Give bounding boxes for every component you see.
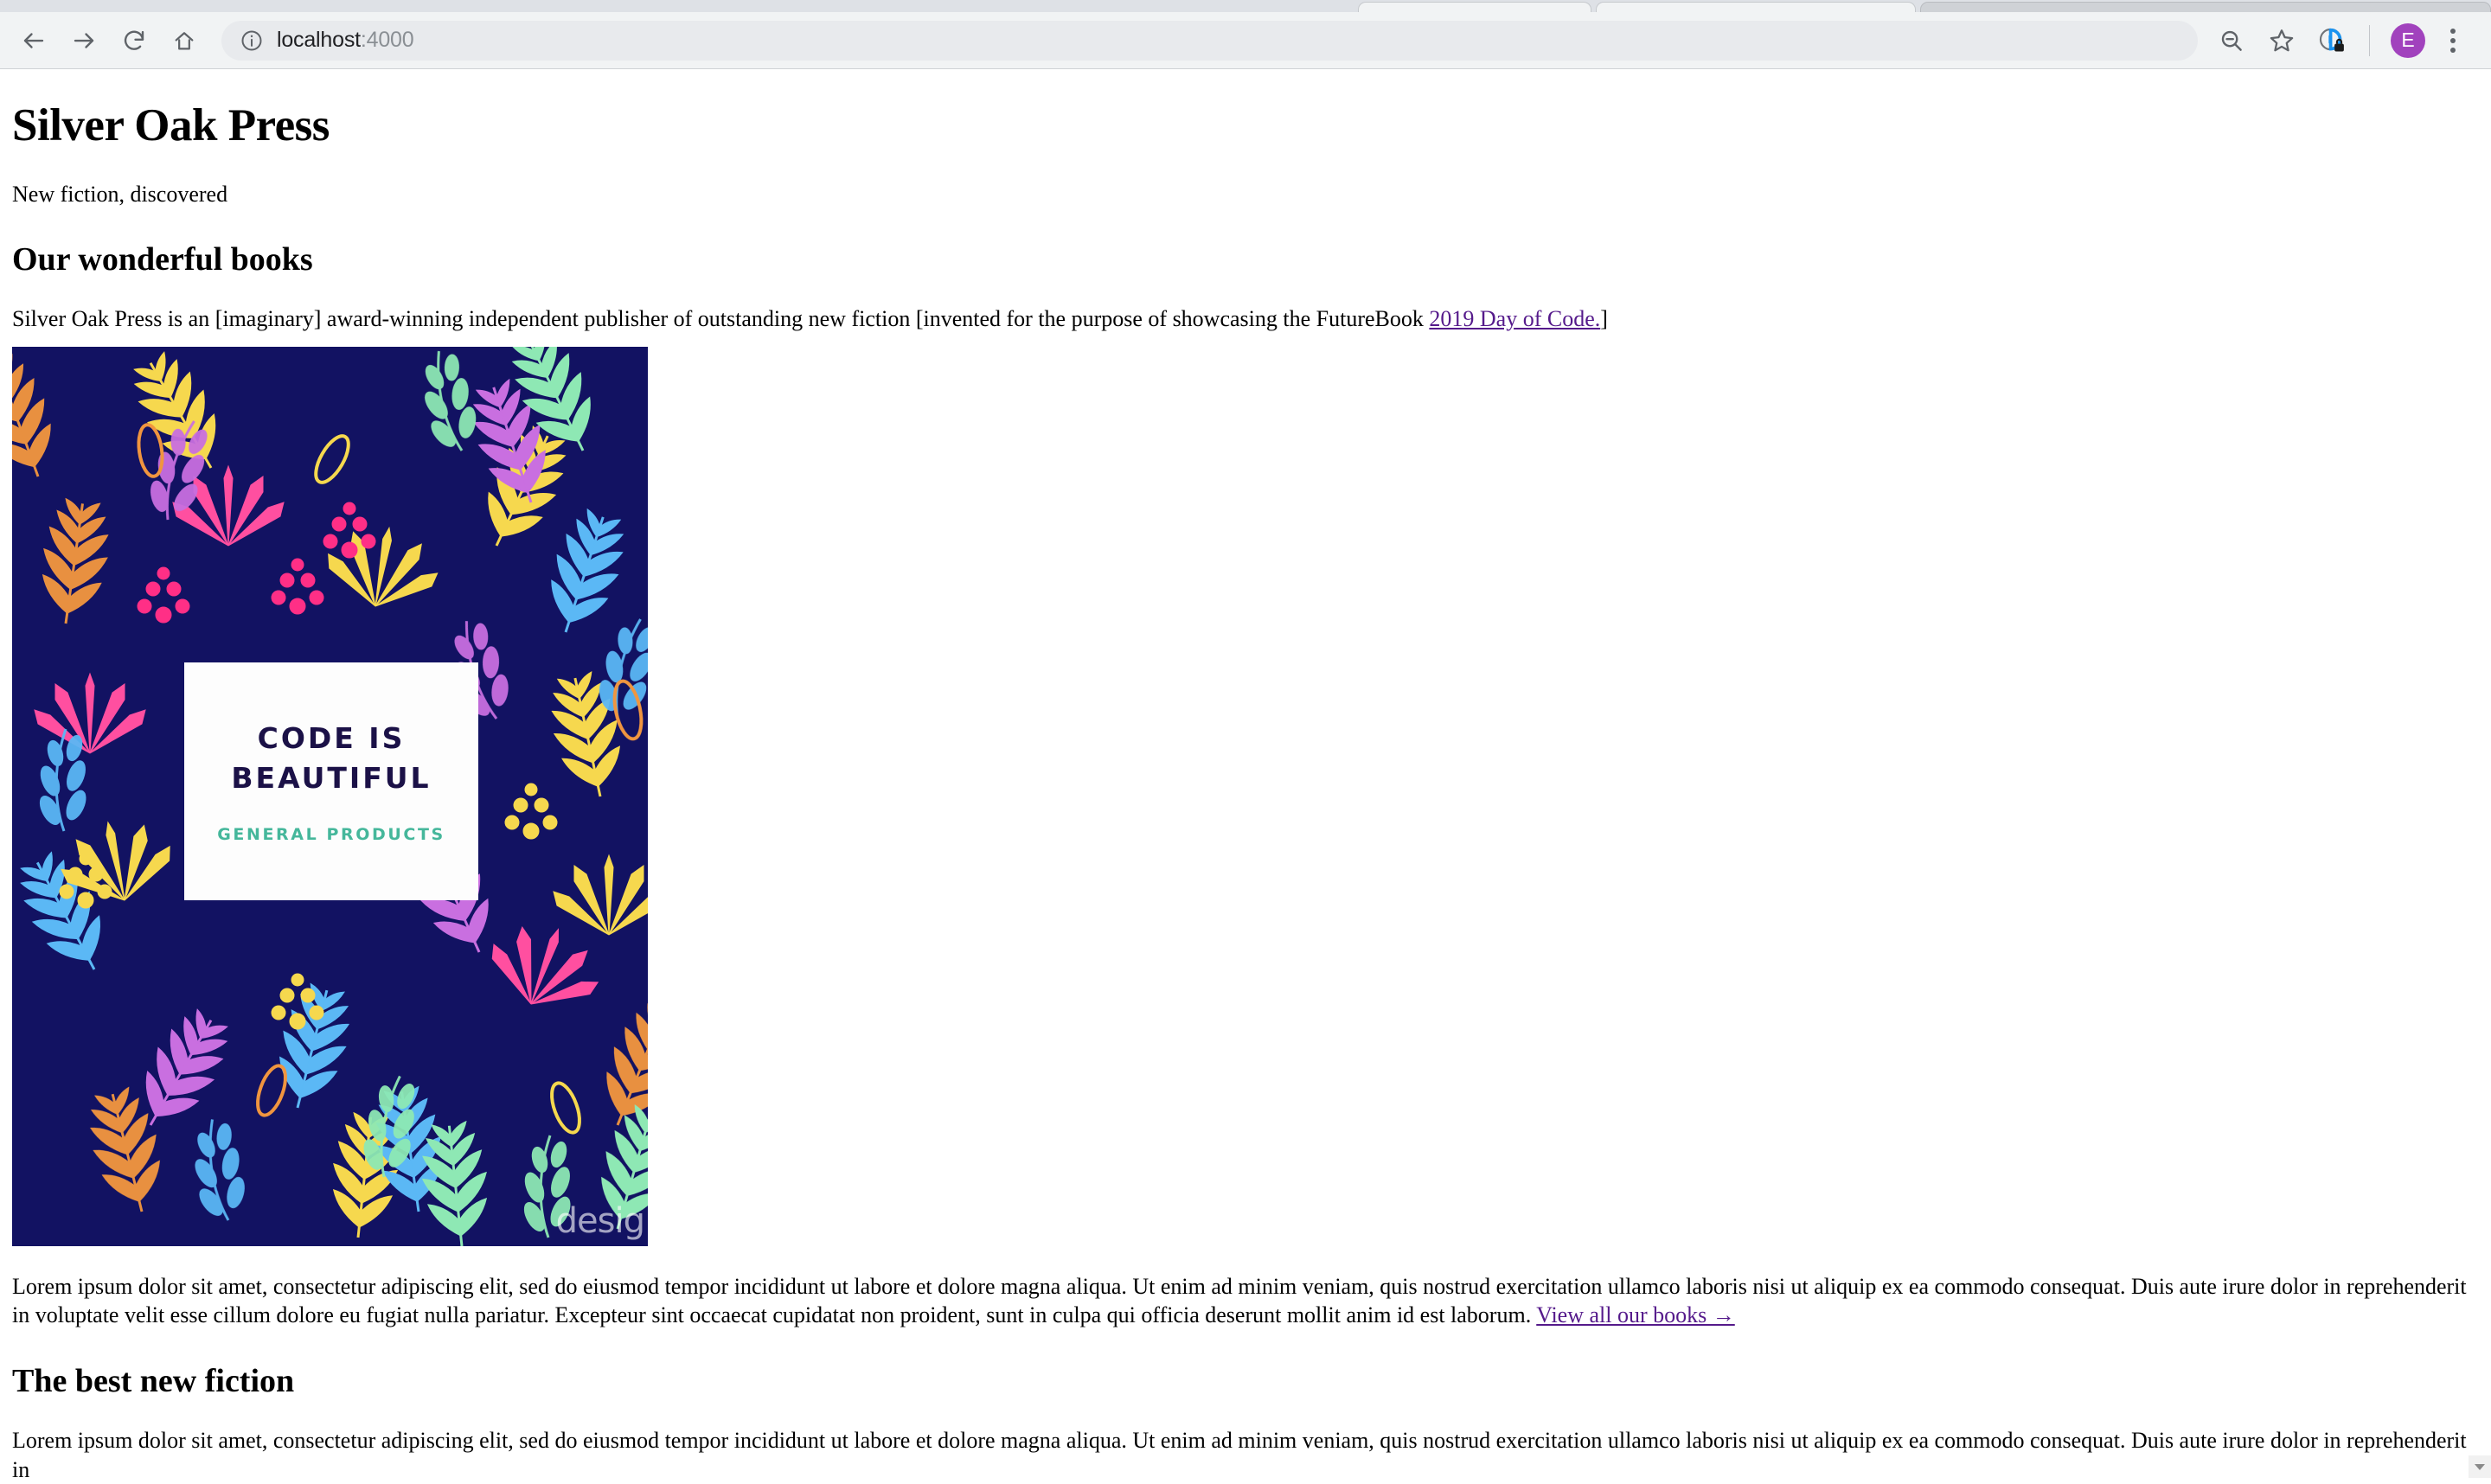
browser-toolbar: localhost:4000 E	[0, 12, 2491, 69]
section-heading-books: Our wonderful books	[12, 240, 313, 278]
back-button[interactable]	[9, 16, 59, 66]
menu-dot	[2450, 28, 2456, 34]
scrollbar-down-arrow[interactable]	[2469, 1455, 2491, 1478]
address-bar-text[interactable]: localhost:4000	[277, 28, 414, 53]
toolbar-divider	[2369, 24, 2370, 56]
url-port: :4000	[360, 28, 414, 52]
book-cover-title: CODE IS BEAUTIFUL	[231, 719, 431, 800]
bookmark-star-icon	[2270, 29, 2294, 51]
view-all-books-link[interactable]: View all our books →	[1536, 1302, 1735, 1327]
book-cover-title-line1: CODE IS	[257, 720, 406, 755]
address-bar[interactable]: localhost:4000	[221, 20, 2198, 61]
intro-paragraph: Silver Oak Press is an [imaginary] award…	[12, 304, 2479, 333]
section-heading-fiction: The best new fiction	[12, 1363, 295, 1400]
browser-tab[interactable]	[1358, 2, 1591, 12]
browser-tab[interactable]	[1596, 2, 1916, 12]
book-cover-subtitle: GENERAL PRODUCTS	[217, 825, 445, 845]
forward-button[interactable]	[59, 16, 109, 66]
menu-dot	[2450, 37, 2456, 43]
reload-icon	[124, 30, 144, 50]
intro-text-after: ]	[1600, 305, 1608, 331]
bookmark-button[interactable]	[2257, 16, 2307, 66]
extension-button[interactable]	[2307, 16, 2357, 66]
page-content: Silver Oak Press New fiction, discovered…	[0, 100, 2491, 1482]
reload-button[interactable]	[109, 16, 159, 66]
intro-text-before: Silver Oak Press is an [imaginary] award…	[12, 305, 1430, 331]
lede-text: Lorem ipsum dolor sit amet, consectetur …	[12, 1273, 2467, 1328]
lede-paragraph: Lorem ipsum dolor sit amet, consectetur …	[12, 1272, 2479, 1330]
home-button[interactable]	[159, 16, 209, 66]
browser-chrome: localhost:4000 E	[0, 0, 2491, 69]
book-cover-label: CODE IS BEAUTIFUL GENERAL PRODUCTS	[184, 662, 478, 900]
browser-tab-active[interactable]	[1920, 2, 2491, 12]
url-host: localhost	[277, 28, 361, 52]
page-title: Silver Oak Press	[12, 100, 330, 150]
forward-arrow-icon	[74, 32, 94, 48]
browser-menu-button[interactable]	[2434, 16, 2472, 66]
back-arrow-icon	[23, 32, 44, 48]
info-circle-icon	[241, 30, 262, 50]
page-tagline: New fiction, discovered	[12, 181, 228, 207]
book-cover-image: CODE IS BEAUTIFUL GENERAL PRODUCTS desig	[12, 346, 648, 1246]
extension-lock-icon	[2319, 28, 2344, 51]
zoom-out-icon	[2221, 30, 2242, 51]
tab-strip[interactable]	[0, 0, 2491, 12]
profile-avatar[interactable]: E	[2391, 22, 2425, 58]
site-info-icon[interactable]	[237, 29, 266, 53]
zoom-out-button[interactable]	[2206, 16, 2257, 66]
home-icon	[175, 31, 194, 49]
book-cover-figure: CODE IS BEAUTIFUL GENERAL PRODUCTS desig	[12, 346, 2479, 1246]
fiction-paragraph: Lorem ipsum dolor sit amet, consectetur …	[12, 1428, 2467, 1482]
book-cover-title-line2: BEAUTIFUL	[231, 761, 432, 796]
day-of-code-link[interactable]: 2019 Day of Code.	[1429, 306, 1600, 331]
toolbar-actions: E	[2206, 16, 2472, 66]
menu-dot	[2450, 47, 2456, 53]
scroll-arrow-icon	[2475, 1463, 2485, 1470]
